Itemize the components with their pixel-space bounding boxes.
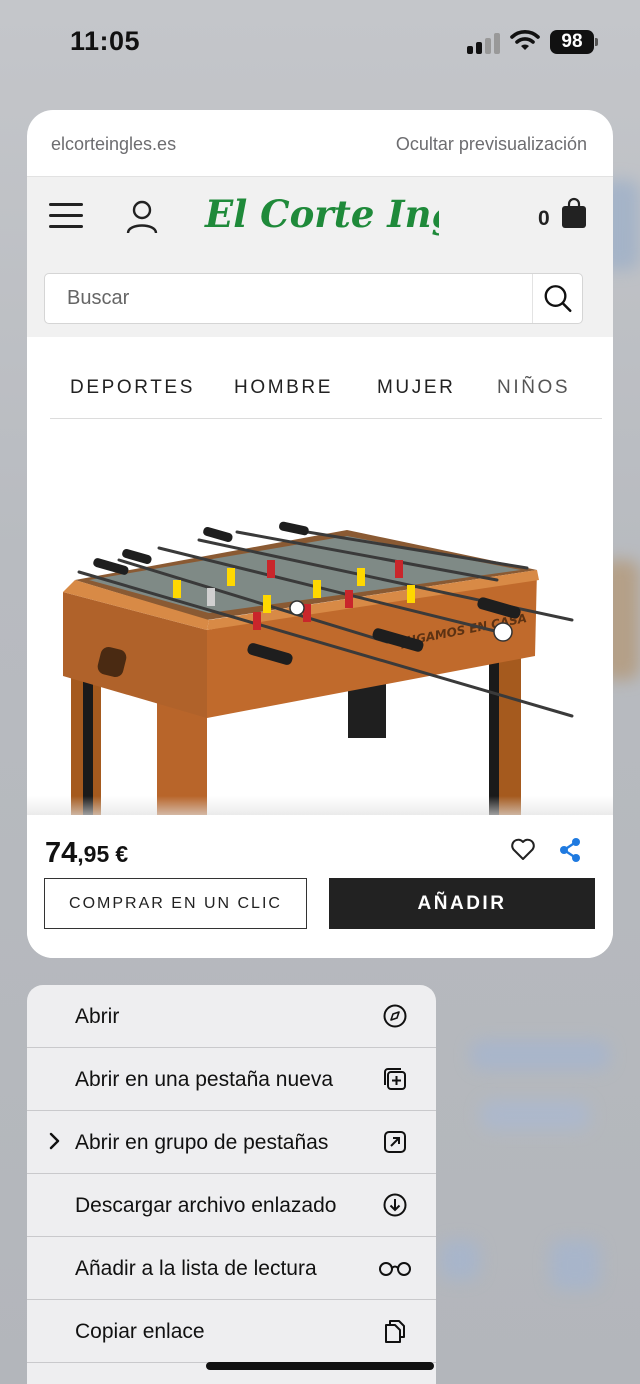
search-box [44, 273, 583, 324]
hide-preview-button[interactable]: Ocultar previsualización [396, 134, 587, 155]
category-hombre[interactable]: HOMBRE [234, 377, 333, 399]
category-mujer[interactable]: MUJER [377, 377, 455, 399]
image-shadow [27, 796, 613, 816]
menu-item-add-reading-list[interactable]: Añadir a la lista de lectura [27, 1237, 436, 1300]
chevron-right-icon [49, 1132, 60, 1150]
product-price: 74,95 € [45, 837, 129, 869]
download-icon [383, 1193, 407, 1217]
share-icon[interactable] [558, 837, 582, 863]
menu-item-open-tab-group[interactable]: Abrir en grupo de pestañas [27, 1111, 436, 1174]
home-indicator [206, 1362, 434, 1370]
menu-item-label: Copiar enlace [75, 1320, 205, 1343]
compass-icon [383, 1004, 407, 1028]
preview-header: elcorteingles.es Ocultar previsualizació… [27, 110, 613, 177]
copy-icon [385, 1320, 405, 1343]
glasses-icon [379, 1262, 411, 1276]
wifi-icon [510, 30, 540, 50]
link-preview-card[interactable]: elcorteingles.es Ocultar previsualizació… [27, 110, 613, 958]
svg-text:El Corte Inglés: El Corte Inglés [204, 192, 439, 236]
new-tab-icon [384, 1068, 406, 1090]
foosball-table-image[interactable]: JUGAMOS EN CASA [27, 420, 613, 815]
menu-item-copy-link[interactable]: Copiar enlace [27, 1300, 436, 1363]
shopping-bag-icon[interactable] [561, 197, 587, 229]
context-menu: Abrir Abrir en una pestaña nueva Abrir e… [27, 985, 436, 1384]
battery-tip [595, 38, 598, 46]
menu-item-label: Descargar archivo enlazado [75, 1194, 337, 1217]
category-ninos[interactable]: NIÑOS [497, 377, 570, 399]
menu-item-label: Añadir a la lista de lectura [75, 1257, 317, 1280]
status-time: 11:05 [70, 26, 141, 56]
tab-group-icon [384, 1131, 406, 1153]
heart-icon[interactable] [510, 837, 536, 861]
preview-domain: elcorteingles.es [51, 134, 177, 154]
cellular-signal-icon [467, 32, 501, 54]
hamburger-menu-icon[interactable] [49, 203, 83, 231]
search-input[interactable] [67, 274, 507, 323]
menu-item-open-new-tab[interactable]: Abrir en una pestaña nueva [27, 1048, 436, 1111]
add-to-cart-button[interactable]: AÑADIR [329, 878, 595, 929]
menu-item-download-link[interactable]: Descargar archivo enlazado [27, 1174, 436, 1237]
price-area: 74,95 € COMPRAR EN UN CLIC AÑADIR [27, 815, 613, 958]
cart-count: 0 [538, 207, 550, 230]
menu-item-label: Abrir en una pestaña nueva [75, 1068, 334, 1091]
buy-one-click-button[interactable]: COMPRAR EN UN CLIC [44, 878, 307, 929]
category-deportes[interactable]: DEPORTES [70, 377, 195, 399]
menu-item-open[interactable]: Abrir [27, 985, 436, 1048]
menu-item-label: Abrir en grupo de pestañas [75, 1131, 329, 1154]
el-corte-ingles-logo[interactable]: El Corte Inglés [203, 183, 439, 247]
user-account-icon[interactable] [125, 199, 159, 235]
status-bar: 11:05 98 [0, 0, 640, 90]
search-icon[interactable] [532, 274, 582, 323]
menu-item-label: Abrir [75, 1005, 120, 1028]
site-header: El Corte Inglés 0 [27, 177, 613, 337]
battery-indicator: 98 [550, 30, 594, 54]
category-nav: DEPORTES HOMBRE MUJER NIÑOS [50, 337, 602, 419]
